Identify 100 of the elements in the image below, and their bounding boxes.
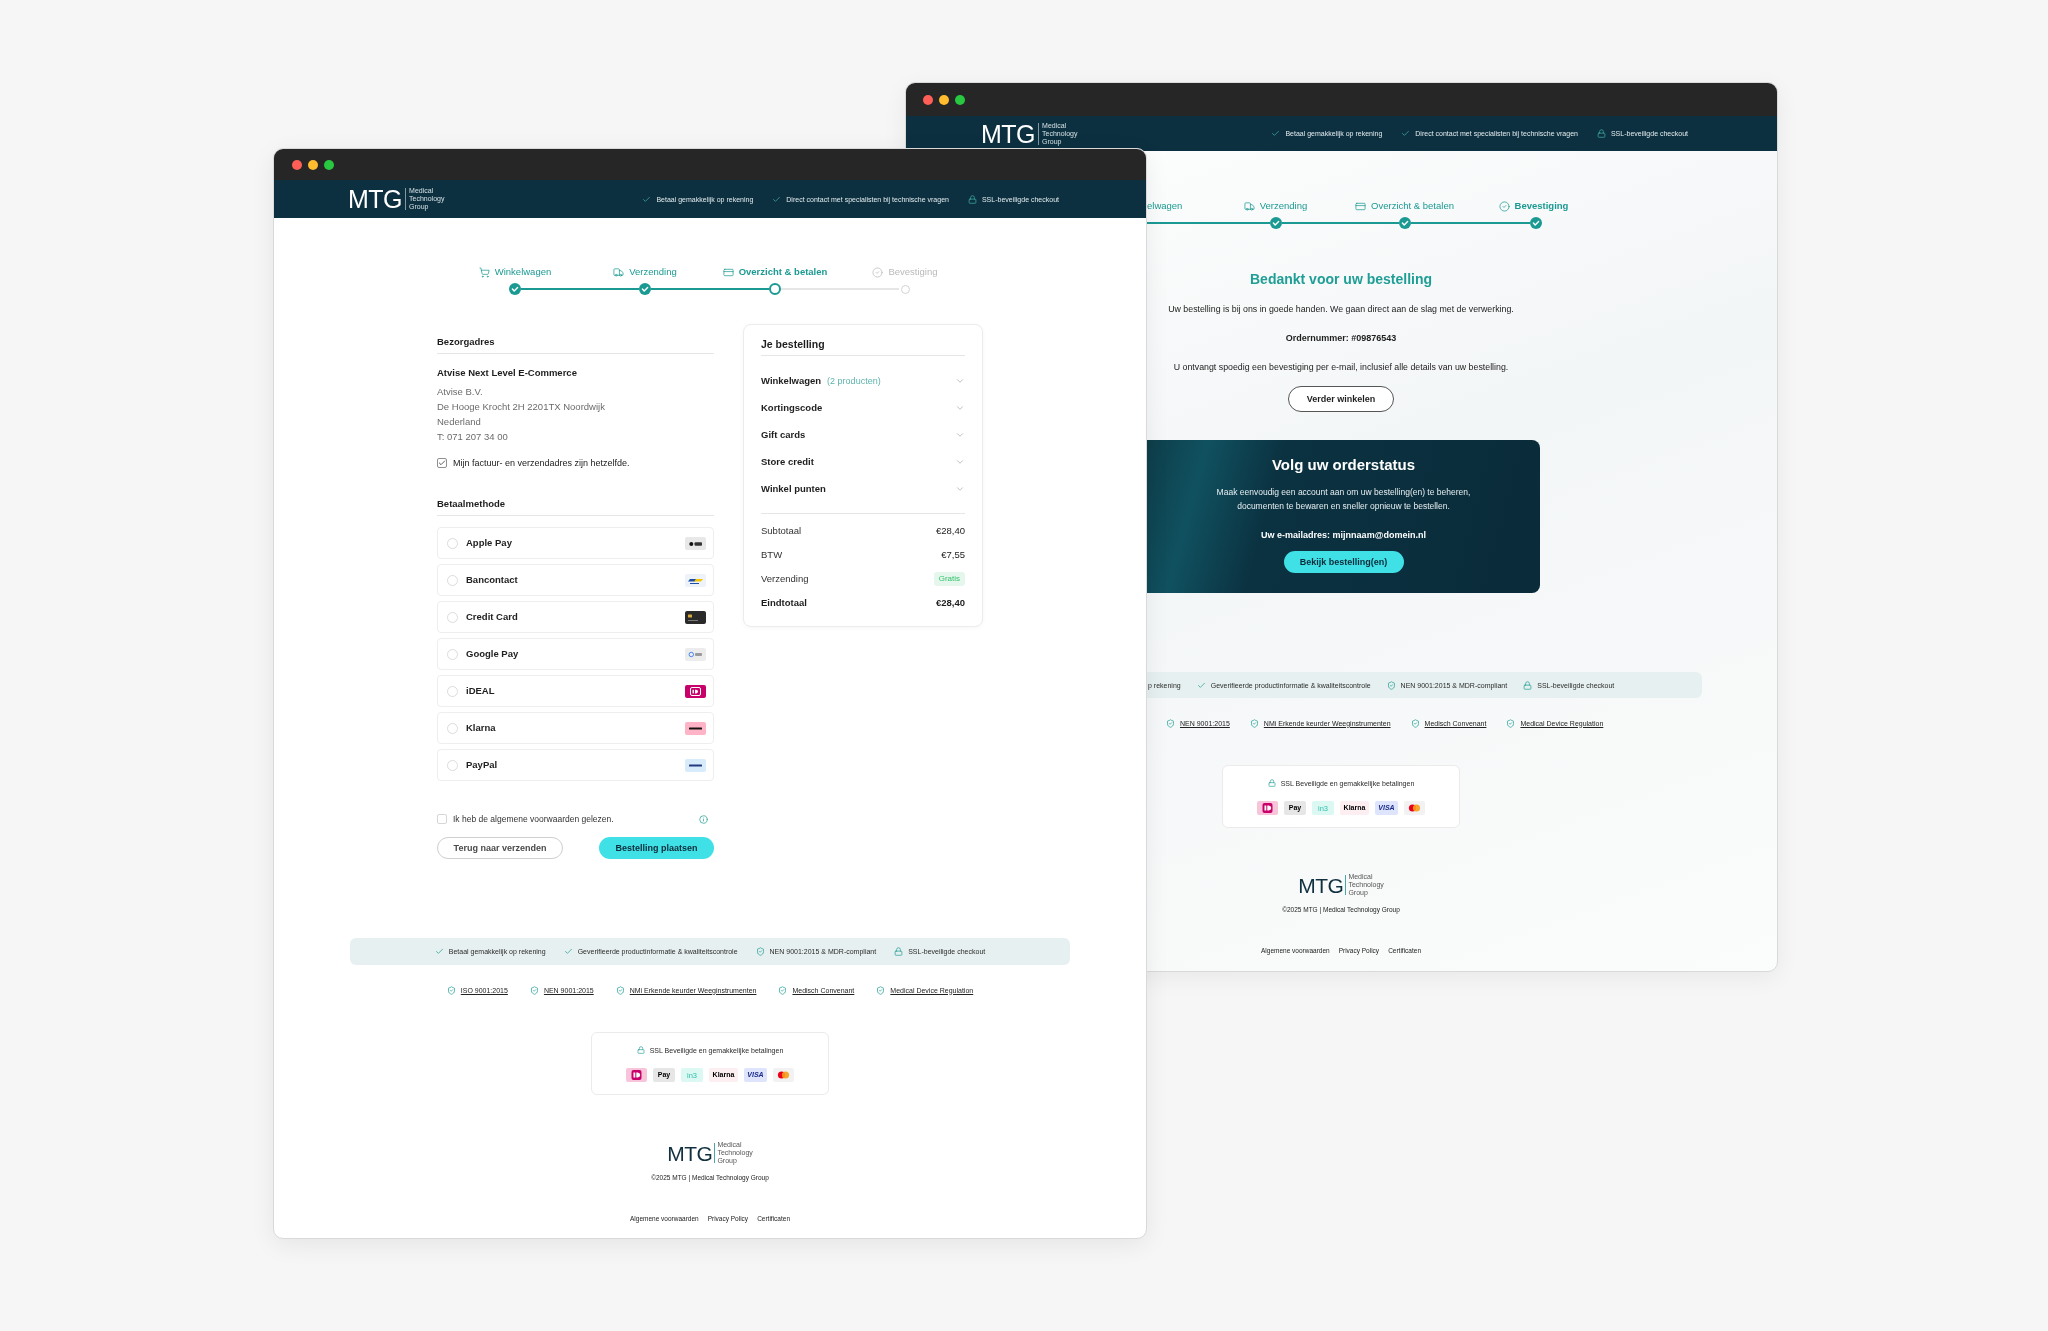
checkbox[interactable] <box>437 458 447 468</box>
total-value: €28,40 <box>935 597 965 609</box>
payment-option[interactable]: iDEAL <box>437 675 714 707</box>
cart-icon <box>478 266 490 278</box>
info-icon[interactable] <box>699 814 708 824</box>
payment-logo-icon <box>685 610 706 624</box>
payment-option-label: iDEAL <box>466 685 495 697</box>
payment-logo-icon <box>685 647 706 661</box>
radio-button[interactable] <box>447 611 458 623</box>
shield-check-icon <box>529 985 539 995</box>
view-orders-button[interactable]: Bekijk bestelling(en) <box>1283 551 1404 573</box>
shield-check-icon <box>1410 718 1420 728</box>
lock-icon <box>1596 129 1606 138</box>
shield-check-icon <box>876 985 886 995</box>
payment-option[interactable]: PayPal <box>437 749 714 781</box>
total-label: Verzending <box>761 573 809 585</box>
payment-option[interactable]: Credit Card <box>437 601 714 633</box>
payment-option-label: Credit Card <box>466 611 518 623</box>
payment-option-label: Klarna <box>466 722 496 734</box>
shield-check-icon <box>778 985 788 995</box>
back-button[interactable]: Terug naar verzenden <box>437 837 563 859</box>
item-count: (2 producten) <box>827 374 881 387</box>
accordion-label[interactable]: Store credit <box>761 455 814 468</box>
radio-button[interactable] <box>447 759 458 771</box>
check-icon <box>563 947 573 956</box>
maximize-button[interactable] <box>955 94 965 105</box>
radio-button[interactable] <box>447 574 458 586</box>
step-label: elwagen <box>1147 200 1183 212</box>
maximize-button[interactable] <box>324 159 334 170</box>
check-circle-icon <box>1498 200 1510 212</box>
card-text: Maak eenvoudig een account aan om uw bestelling(en) te beheren, documenten te bewaren en sneller opnieuw te bestellen. <box>1215 486 1472 513</box>
place-order-button[interactable]: Bestelling plaatsen <box>599 837 714 859</box>
radio-button[interactable] <box>447 722 458 734</box>
check-icon <box>1401 129 1411 138</box>
step-label: Bevestiging <box>888 266 938 278</box>
address-line: De Hooge Krocht 2H 2201TX Noordwijk <box>437 400 606 414</box>
section-heading: Betaalmethode <box>437 498 714 516</box>
card-icon <box>1355 200 1367 212</box>
minimize-button[interactable] <box>308 159 318 170</box>
minimize-button[interactable] <box>939 94 949 105</box>
shield-check-icon <box>446 985 456 995</box>
checkbox-label: Mijn factuur- en verzendadres zijn hetzelfde. <box>453 457 630 469</box>
card-title: Je bestelling <box>761 338 965 356</box>
check-icon <box>772 194 782 204</box>
shield-check-icon <box>1249 718 1259 728</box>
checkmark-icon <box>438 459 446 467</box>
step-label: Verzending <box>629 266 677 278</box>
company-name: Atvise Next Level E-Commerce <box>437 367 578 379</box>
payment-logo-icon <box>626 1068 647 1082</box>
payment-option[interactable]: Bancontact <box>437 564 714 596</box>
confirmation-heading: Bedankt voor uw bestelling <box>1250 270 1432 288</box>
accordion-label[interactable]: Winkel punten <box>761 482 826 495</box>
address-line: Atvise B.V. <box>437 385 484 399</box>
total-value: €28,40 <box>935 525 965 537</box>
payment-option-label: Bancontact <box>466 574 518 586</box>
truck-icon <box>613 266 625 278</box>
accordion-label[interactable]: Gift cards <box>761 428 806 441</box>
step-label: Verzending <box>1259 200 1308 212</box>
close-button[interactable] <box>292 159 302 170</box>
payment-logo-icon <box>1404 801 1425 815</box>
accordion-label[interactable]: Winkelwagen <box>761 374 822 387</box>
step-label: Overzicht & betalen <box>738 266 828 278</box>
payment-logo-icon <box>773 1068 794 1082</box>
payment-logo-icon <box>685 573 706 587</box>
order-number: Ordernummer: #09876543 <box>1285 332 1397 344</box>
lock-icon <box>894 947 904 956</box>
email-address: Uw e-mailadres: mijnnaam@domein.nl <box>1261 529 1426 541</box>
section-heading: Bezorgadres <box>437 336 714 354</box>
step-label: Overzicht & betalen <box>1371 200 1454 212</box>
payment-option-label: PayPal <box>466 759 498 771</box>
radio-button[interactable] <box>447 648 458 660</box>
continue-shopping-button[interactable]: Verder winkelen <box>1288 386 1394 412</box>
radio-button[interactable] <box>447 685 458 697</box>
logo-wordmark: MTG <box>1298 873 1344 897</box>
payment-option[interactable]: Klarna <box>437 712 714 744</box>
confirmation-notice: U ontvangt spoedig een bevestiging per e-mail, inclusief alle details van uw bestelling. <box>1173 361 1509 373</box>
checkbox-label: Ik heb de algemene voorwaarden gelezen. <box>453 813 614 825</box>
free-badge: Gratis <box>933 572 965 586</box>
address-line: Nederland <box>437 415 482 429</box>
shield-check-icon <box>615 985 625 995</box>
total-label: BTW <box>761 549 783 561</box>
lock-icon <box>1523 680 1533 690</box>
logo-wordmark: MTG <box>981 120 1036 147</box>
payment-option-label: Google Pay <box>466 648 519 660</box>
truck-icon <box>1243 200 1255 212</box>
card-title: Volg uw orderstatus <box>1271 455 1416 475</box>
step-label: Bevestiging <box>1514 200 1569 212</box>
payment-option-label: Apple Pay <box>466 537 512 549</box>
close-button[interactable] <box>923 94 933 105</box>
shield-check-icon <box>755 947 765 956</box>
confirmation-message: Uw bestelling is bij ons in goede handen. We gaan direct aan de slag met de verwerking. <box>1168 303 1514 315</box>
radio-button[interactable] <box>447 537 458 549</box>
shield-check-icon <box>1506 718 1516 728</box>
payment-option[interactable]: Apple Pay <box>437 527 714 559</box>
payment-logo-icon <box>685 721 706 735</box>
address-line: T: 071 207 34 00 <box>437 430 509 444</box>
payment-option[interactable]: Google Pay <box>437 638 714 670</box>
check-icon <box>434 947 444 956</box>
accordion-label[interactable]: Kortingscode <box>761 401 823 414</box>
check-icon <box>642 194 652 204</box>
